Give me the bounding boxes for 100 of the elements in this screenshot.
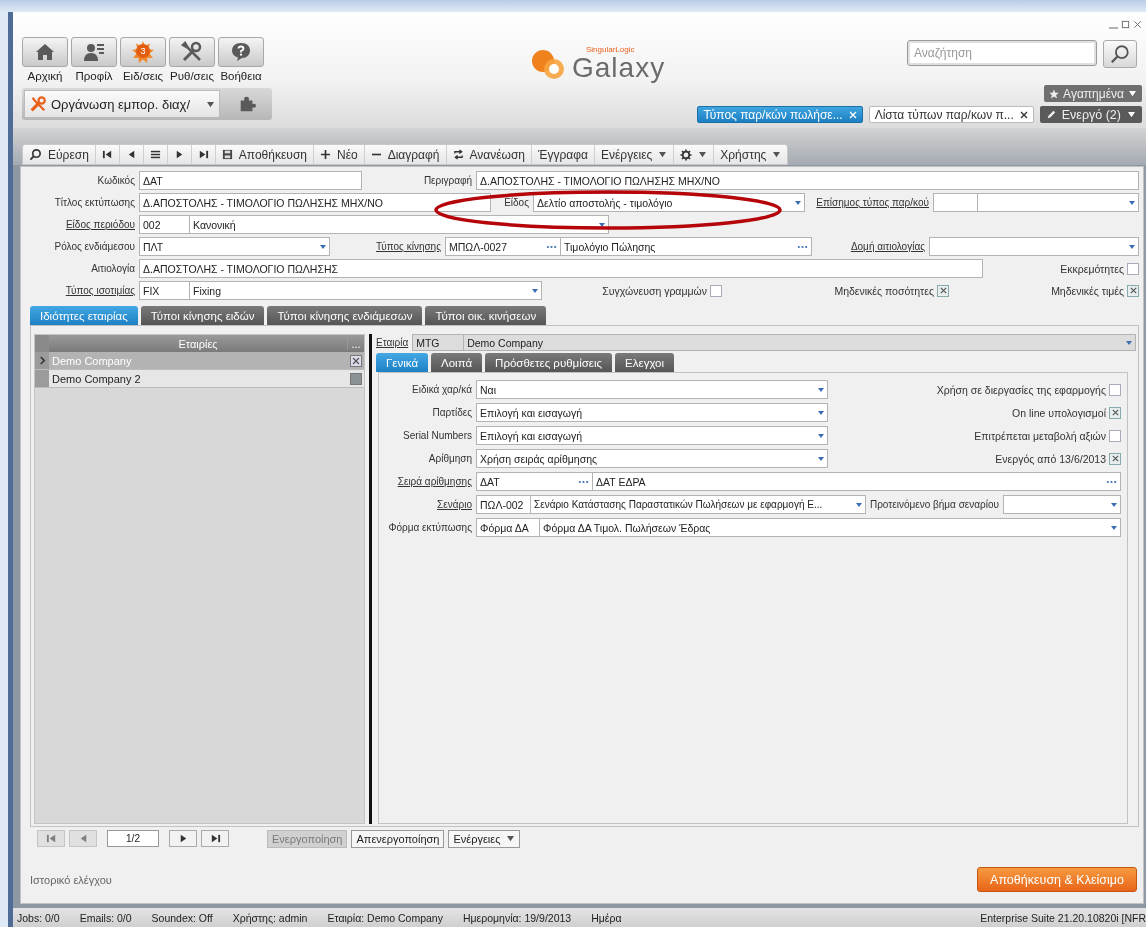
status-item: Emails: 0/0	[79, 911, 132, 924]
module-dropdown[interactable]: Οργάνωση εμπορ. διαχ/	[24, 90, 220, 118]
checkbox[interactable]	[350, 354, 362, 367]
tab[interactable]: Τύποι κίνησης ενδιάμεσων	[267, 306, 423, 325]
save-button[interactable]: Αποθήκευση	[215, 145, 314, 164]
ellipsis-icon[interactable]	[546, 244, 557, 249]
checkbox[interactable]	[1109, 429, 1121, 442]
search-field[interactable]: Αναζήτηση	[907, 40, 1097, 66]
row-selector[interactable]	[35, 352, 49, 369]
ellipsis-icon[interactable]	[578, 479, 589, 484]
lookup-field[interactable]: ΜΠΩΛ-0027	[445, 237, 561, 256]
dropdown-field[interactable]	[1003, 495, 1121, 514]
close-button[interactable]	[1133, 20, 1142, 29]
tab[interactable]: Τύποι κίνησης ειδών	[140, 306, 265, 325]
dropdown-arrow-icon	[320, 244, 326, 249]
tab[interactable]: Λοιπά	[431, 353, 483, 372]
dropdown-arrow-icon	[599, 222, 605, 227]
dropdown-field[interactable]: Ναι	[476, 380, 828, 399]
maximize-button[interactable]	[1121, 20, 1130, 29]
checkbox[interactable]	[1127, 262, 1139, 275]
field-link[interactable]: Είδος περιόδου	[30, 219, 135, 230]
grid-row[interactable]: Demo Company 2	[35, 370, 364, 388]
dropdown-field[interactable]: Σενάριο Κατάστασης Παραστατικών Πωλήσεων με εφαρμογή Ε...	[530, 495, 866, 514]
column-header[interactable]: Εταιρίες	[49, 337, 347, 350]
text-field[interactable]: Δ.ΑΠΟΣΤΟΛΗΣ - ΤΙΜΟΛΟΓΙΟ ΠΩΛΗΣΗΣ ΜΗΧ/ΝΟ	[139, 193, 491, 212]
menu-button[interactable]: Ενέργειες	[448, 829, 520, 848]
checkbox[interactable]	[1109, 406, 1121, 419]
search-button[interactable]	[1103, 40, 1137, 68]
dropdown-field[interactable]: Κανονική	[189, 215, 609, 234]
field-label: Τίτλος εκτύπωσης	[53, 197, 135, 208]
field-link[interactable]: Δομή αιτιολογίας	[816, 241, 925, 252]
new-button[interactable]: Νέο	[313, 145, 365, 164]
dropdown-field[interactable]: ΠΛΤ	[139, 237, 330, 256]
field-link[interactable]: Εταιρία	[376, 337, 409, 348]
lookup-field[interactable]: ΔΑΤ ΕΔΡΑ	[592, 472, 1121, 491]
open-windows-button[interactable]: Ενεργό (2)	[1039, 106, 1142, 123]
dropdown-field[interactable]: Επιλογή και εισαγωγή	[476, 426, 828, 445]
dropdown-field[interactable]	[929, 237, 1139, 256]
checkbox[interactable]	[1127, 284, 1139, 297]
notification-badge: 3	[136, 44, 150, 58]
text-field[interactable]: Δ.ΑΠΟΣΤΟΛΗΣ - ΤΙΜΟΛΟΓΙΟ ΠΩΛΗΣΗΣ	[139, 259, 983, 278]
column-header[interactable]: ...	[347, 337, 364, 350]
field-link[interactable]: Τύπος ισοτιμίας	[30, 285, 135, 296]
text-field[interactable]: 002	[139, 215, 190, 234]
x-mark-icon	[1110, 408, 1120, 417]
star-icon	[1049, 88, 1060, 99]
document-tab[interactable]: Τύπος παρ/κών πωλήσε...	[697, 106, 863, 123]
action-button[interactable]: Απενεργοποίηση	[351, 829, 445, 848]
menu-button[interactable]: Χρήστης	[714, 145, 788, 164]
status-item: Soundex: Off	[151, 911, 213, 924]
dropdown-field[interactable]: Fixing	[189, 281, 542, 300]
text-field[interactable]: FIX	[139, 281, 190, 300]
dropdown-arrow-icon	[818, 410, 824, 415]
field-link[interactable]: Επίσημος τύπος παρ/κού	[809, 197, 929, 208]
tab[interactable]: Ελεγχοι	[615, 353, 675, 372]
text-field[interactable]: ΔΑΤ	[139, 171, 362, 190]
last-page-button[interactable]	[201, 830, 229, 847]
tab[interactable]: Πρόσθετες ρυθμίσεις	[485, 353, 613, 372]
pencil-icon	[1045, 109, 1056, 120]
next-page-button[interactable]	[169, 830, 197, 847]
minimize-icon	[1109, 27, 1118, 29]
toolbar-button[interactable]: Έγγραφα	[532, 145, 595, 164]
search-icon	[1110, 44, 1130, 64]
ellipsis-icon[interactable]	[1106, 479, 1117, 484]
text-field[interactable]	[933, 193, 978, 212]
tools-icon	[180, 40, 204, 64]
dropdown-field[interactable]	[977, 193, 1139, 212]
text-field[interactable]: ΠΩΛ-002	[476, 495, 531, 514]
status-item: Ημέρα	[591, 911, 622, 924]
dropdown-field[interactable]: Χρήση σειράς αρίθμησης	[476, 449, 828, 468]
checkbox[interactable]	[710, 284, 722, 297]
page-field[interactable]: 1/2	[107, 830, 159, 847]
document-tab[interactable]: Λίστα τύπων παρ/κων π...	[868, 106, 1034, 123]
tab[interactable]: Τύποι οικ. κινήσεων	[425, 306, 547, 325]
ellipsis-icon[interactable]	[797, 244, 808, 249]
checkbox[interactable]	[1109, 383, 1121, 396]
checkbox[interactable]	[937, 284, 949, 297]
close-icon[interactable]	[1019, 110, 1028, 119]
status-item: Enterprise Suite 21.20.10820i [NFR	[980, 911, 1146, 924]
dropdown-field[interactable]: Επιλογή και εισαγωγή	[476, 403, 828, 422]
checkbox-label: Επιτρέπεται μεταβολή αξιών	[974, 429, 1106, 442]
dropdown-arrow-icon	[1111, 502, 1117, 507]
field-link[interactable]: Σενάριο	[385, 499, 472, 510]
favorites-button[interactable]: Αγαπημένα	[1044, 85, 1142, 102]
menu-button[interactable]: Ενέργειες	[594, 145, 675, 164]
field-link[interactable]: Σειρά αρίθμησης	[385, 476, 472, 487]
delete-button[interactable]: Διαγραφή	[364, 145, 447, 164]
find-button[interactable]: Εύρεση	[23, 145, 96, 164]
text-field[interactable]: Δ.ΑΠΟΣΤΟΛΗΣ - ΤΙΜΟΛΟΓΙΟ ΠΩΛΗΣΗΣ ΜΗΧ/ΝΟ	[476, 171, 1139, 190]
checkbox[interactable]	[350, 372, 362, 385]
audit-history-link[interactable]: Ιστορικό ελέγχου	[30, 873, 112, 886]
x-mark-icon	[1128, 286, 1138, 295]
refresh-button[interactable]: Ανανέωση	[446, 145, 533, 164]
lookup-field[interactable]: Τιμολόγιο Πώλησης	[560, 237, 812, 256]
dropdown-field[interactable]: Φόρμα ΔΑ Τιμολ. Πωλήσεων Έδρας	[539, 518, 1121, 537]
text-field[interactable]: Φόρμα ΔΑ	[476, 518, 540, 537]
lookup-field[interactable]: ΔΑΤ	[476, 472, 593, 491]
field-link[interactable]: Τύπος κίνησης	[334, 241, 441, 252]
checkbox[interactable]	[1109, 452, 1121, 465]
grid-corner	[35, 335, 49, 352]
